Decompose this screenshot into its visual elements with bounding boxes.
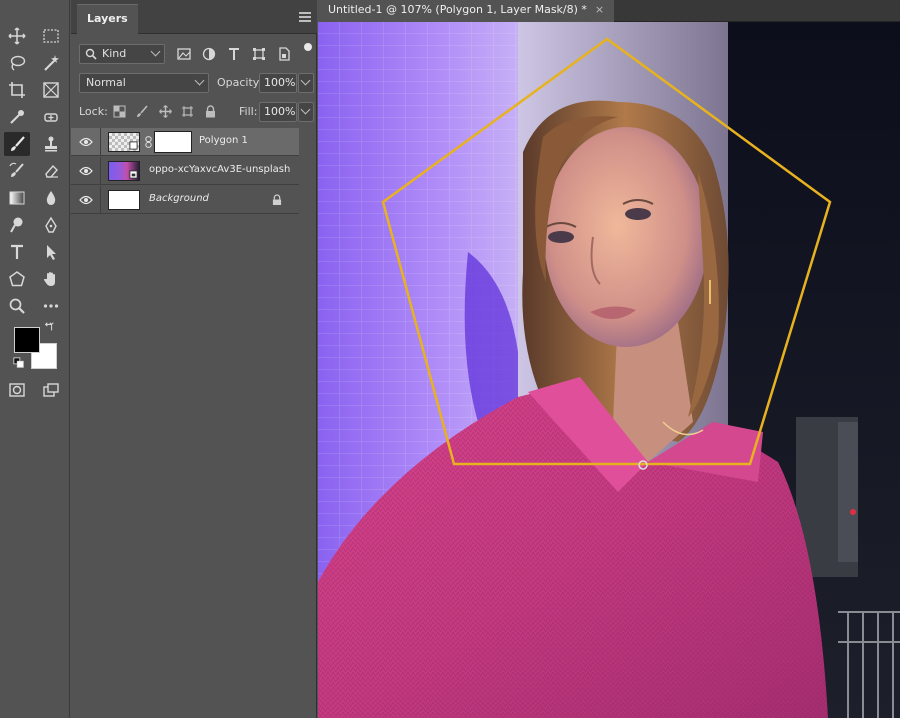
mask-link-icon[interactable] (145, 135, 152, 149)
close-icon[interactable]: × (595, 3, 604, 16)
row-divider (100, 157, 101, 185)
path-select-icon[interactable] (38, 240, 64, 264)
foreground-color-swatch[interactable] (14, 327, 40, 353)
opacity-field[interactable]: 100% (259, 73, 297, 93)
opacity-slider-toggle[interactable] (298, 73, 314, 93)
opacity-label: Opacity: (217, 76, 263, 89)
magic-wand-icon[interactable] (38, 51, 64, 75)
pixel-filter-icon[interactable] (175, 45, 193, 63)
layers-panel-tabbar: Layers (71, 0, 317, 34)
brush-tool-icon[interactable] (4, 132, 30, 156)
lock-icon (272, 194, 282, 205)
type-filter-icon[interactable] (225, 45, 243, 63)
layer-thumbnail (108, 132, 140, 152)
blend-mode-dropdown[interactable]: Normal (79, 73, 209, 93)
tools-panel (0, 0, 70, 718)
smart-object-filter-icon[interactable] (275, 45, 293, 63)
panel-menu-icon[interactable] (299, 12, 311, 22)
layer-thumbnail (108, 190, 140, 210)
adjustment-filter-icon[interactable] (200, 45, 218, 63)
chevron-down-icon (194, 75, 205, 86)
layer-mask-thumbnail[interactable] (154, 131, 192, 153)
layer-name[interactable]: Polygon 1 (199, 135, 248, 146)
lock-all-icon[interactable] (202, 103, 218, 119)
fill-field[interactable]: 100% (259, 102, 297, 122)
smart-object-badge-icon (129, 170, 138, 179)
document-tabbar: Untitled-1 @ 107% (Polygon 1, Layer Mask… (318, 0, 900, 22)
type-tool-icon[interactable] (4, 240, 30, 264)
layer-name[interactable]: Background (149, 193, 209, 204)
fill-slider-toggle[interactable] (298, 102, 314, 122)
blend-mode-value: Normal (86, 76, 126, 89)
lock-image-pixels-icon[interactable] (134, 103, 150, 119)
visibility-eye-icon[interactable] (79, 165, 93, 177)
crop-tool-icon[interactable] (4, 78, 30, 102)
chevron-down-icon (150, 46, 161, 57)
layer-row-photo[interactable]: oppo-xcYaxvcAv3E-unsplash (71, 157, 299, 185)
history-brush-icon[interactable] (4, 159, 30, 183)
layer-thumbnail (108, 161, 140, 181)
layer-name[interactable]: oppo-xcYaxvcAv3E-unsplash (149, 164, 290, 175)
eraser-icon[interactable] (38, 159, 64, 183)
search-icon (85, 48, 97, 60)
filter-kind-dropdown[interactable]: Kind (79, 44, 165, 64)
shape-layer-badge-icon (129, 141, 138, 150)
zoom-tool-icon[interactable] (4, 294, 30, 318)
row-divider (100, 186, 101, 214)
polygon-shape-icon[interactable] (4, 267, 30, 291)
lasso-tool-icon[interactable] (4, 51, 30, 75)
lock-artboard-icon[interactable] (179, 103, 195, 119)
visibility-eye-icon[interactable] (79, 136, 93, 148)
frame-tool-icon[interactable] (38, 78, 64, 102)
lock-label: Lock: (79, 105, 108, 118)
dodge-icon[interactable] (4, 213, 30, 237)
visibility-eye-icon[interactable] (79, 194, 93, 206)
pen-tool-icon[interactable] (38, 213, 64, 237)
move-tool-icon[interactable] (4, 24, 30, 48)
chevron-down-icon (300, 75, 311, 86)
layer-row-background[interactable]: Background (71, 186, 299, 214)
lock-transparent-pixels-icon[interactable] (111, 103, 127, 119)
quick-mask-icon[interactable] (4, 378, 30, 402)
layers-panel: Layers Kind Normal Opacity: 100% Lock: F… (71, 0, 317, 718)
document-canvas[interactable] (318, 22, 900, 718)
chevron-down-icon (300, 104, 311, 115)
filter-kind-value: Kind (102, 47, 127, 60)
shape-filter-icon[interactable] (250, 45, 268, 63)
layers-tab[interactable]: Layers (77, 4, 138, 34)
fill-label: Fill: (239, 105, 258, 118)
lock-position-icon[interactable] (157, 103, 173, 119)
gradient-icon[interactable] (4, 186, 30, 210)
blur-drop-icon[interactable] (38, 186, 64, 210)
canvas-image (318, 22, 900, 718)
default-colors-icon[interactable] (12, 356, 26, 370)
row-divider (100, 128, 101, 156)
screen-mode-icon[interactable] (38, 378, 64, 402)
swap-colors-icon[interactable] (42, 320, 56, 334)
marquee-tool-icon[interactable] (38, 24, 64, 48)
clone-stamp-icon[interactable] (38, 132, 64, 156)
layer-row-polygon[interactable]: Polygon 1 (71, 128, 299, 156)
more-tools-icon[interactable] (38, 294, 64, 318)
document-tab[interactable]: Untitled-1 @ 107% (Polygon 1, Layer Mask… (318, 0, 615, 22)
eyedropper-icon[interactable] (4, 105, 30, 129)
document-tab-title: Untitled-1 @ 107% (Polygon 1, Layer Mask… (328, 3, 587, 16)
filter-toggle-icon[interactable] (304, 43, 312, 51)
healing-brush-icon[interactable] (38, 105, 64, 129)
hand-tool-icon[interactable] (38, 267, 64, 291)
